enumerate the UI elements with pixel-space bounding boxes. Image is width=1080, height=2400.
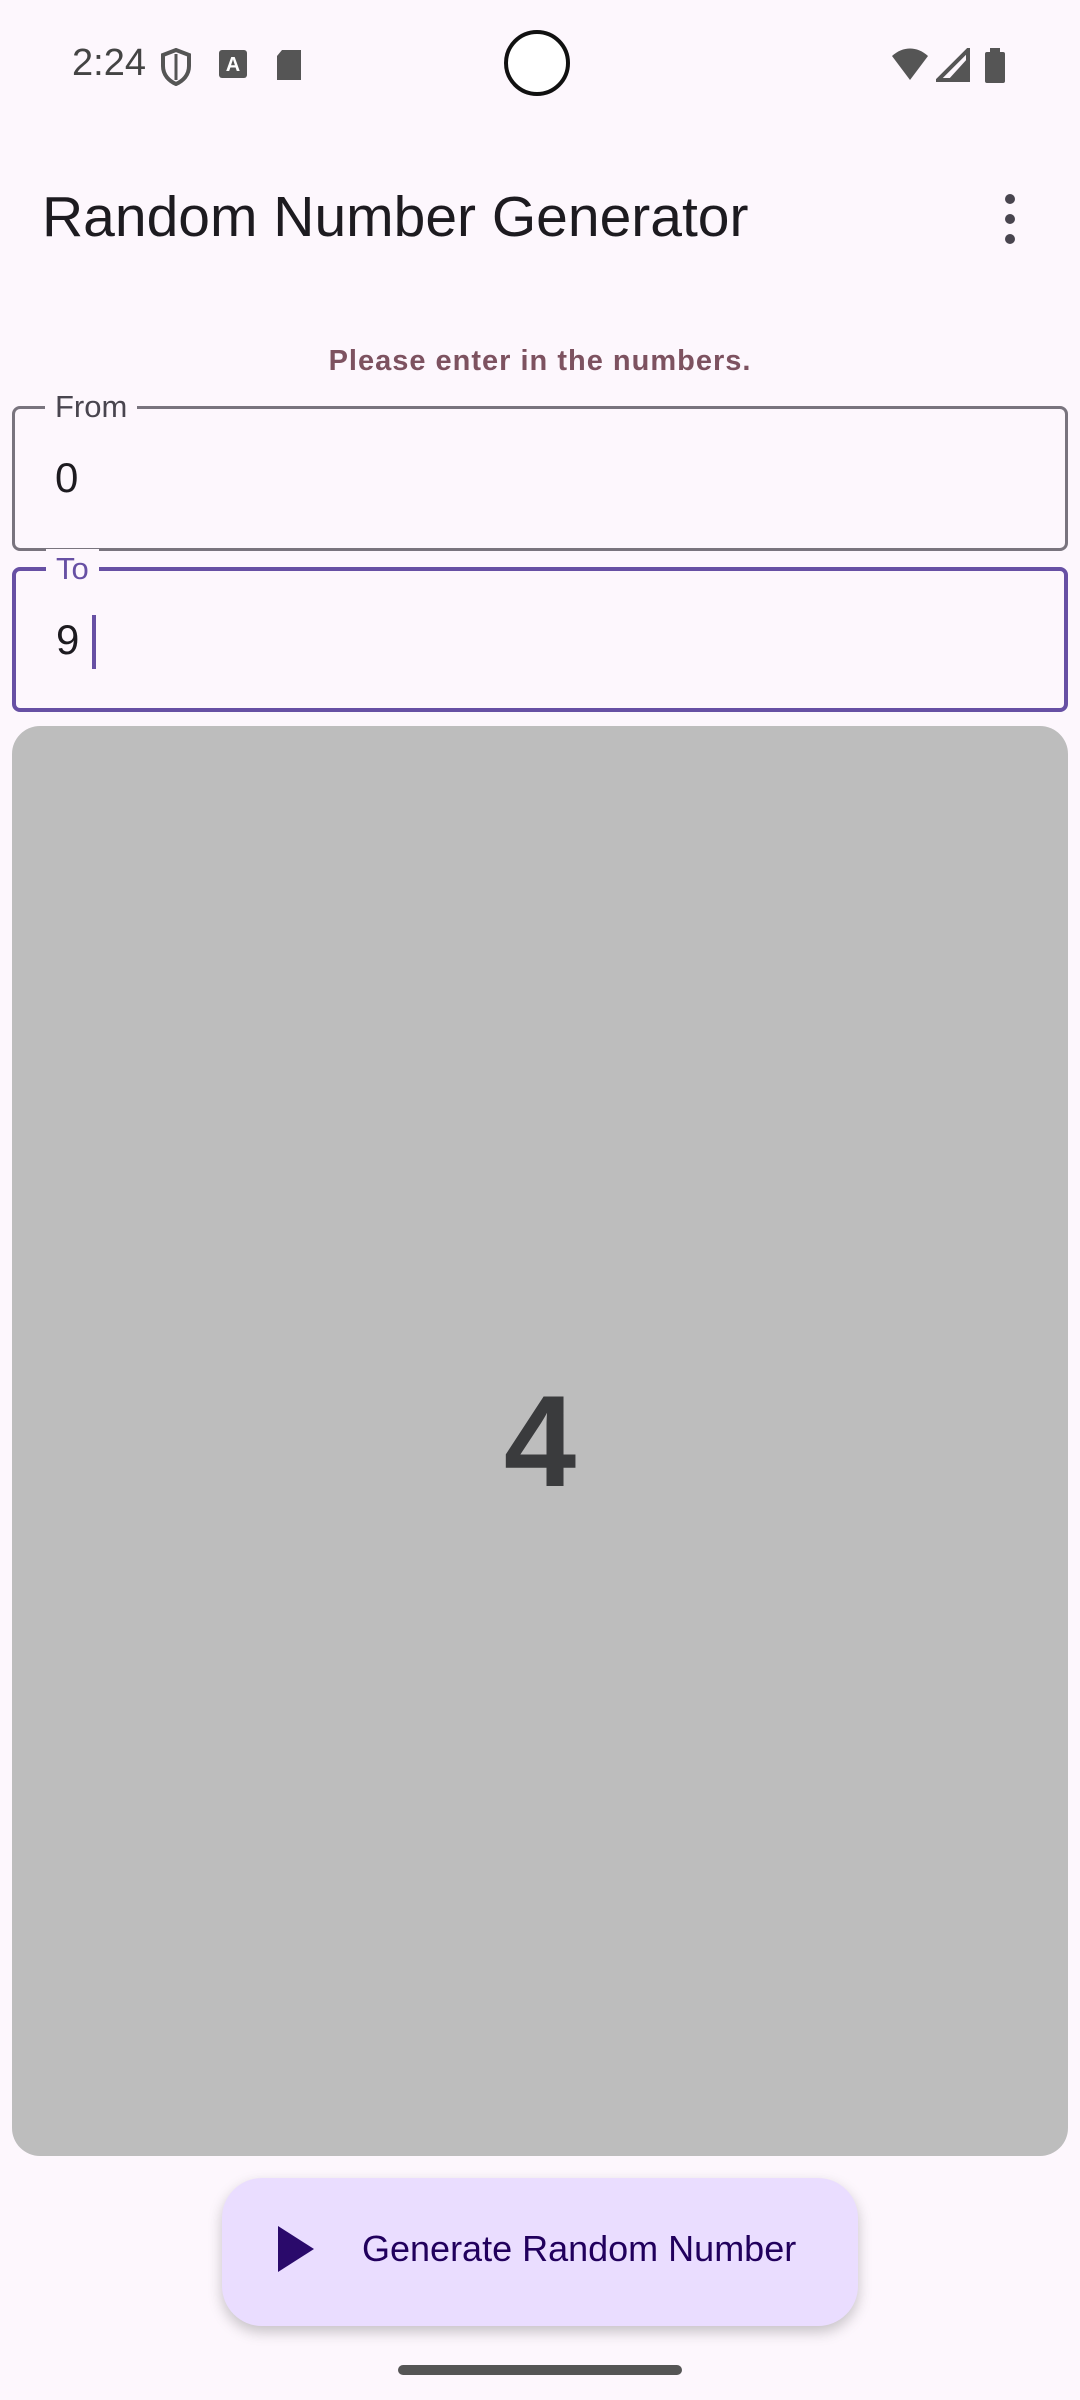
from-field[interactable]: From 0 [12, 387, 1068, 551]
app-bar: Random Number Generator [0, 160, 1080, 280]
fab-label: Generate Random Number [362, 2228, 797, 2269]
sd-card-icon [277, 50, 301, 80]
from-field-value: 0 [55, 454, 79, 501]
to-field-label: To [46, 549, 99, 589]
status-time: 2:24 [72, 42, 146, 84]
result-card: 4 [12, 726, 1068, 2156]
camera-cutout [504, 30, 570, 96]
text-cursor [92, 615, 96, 669]
battery-icon [985, 48, 1005, 83]
to-field-value: 9 [56, 616, 80, 663]
to-field[interactable]: To 9 [12, 549, 1068, 712]
play-icon [278, 2226, 314, 2272]
gesture-nav-handle[interactable] [398, 2365, 682, 2375]
more-vert-icon[interactable] [974, 180, 1044, 260]
result-number: 4 [503, 1368, 577, 1514]
from-field-label: From [45, 387, 138, 427]
cellular-signal-icon [936, 48, 970, 82]
wifi-icon [892, 48, 928, 80]
vpn-shield-icon [161, 48, 191, 86]
font-a-icon: A [219, 50, 247, 78]
app-title: Random Number Generator [42, 185, 749, 249]
svg-text:A: A [226, 54, 240, 76]
instructions-text: Please enter in the numbers. [328, 345, 752, 377]
status-bar: 2:24 A [0, 0, 1080, 130]
generate-random-number-button[interactable]: Generate Random Number [222, 2178, 858, 2326]
